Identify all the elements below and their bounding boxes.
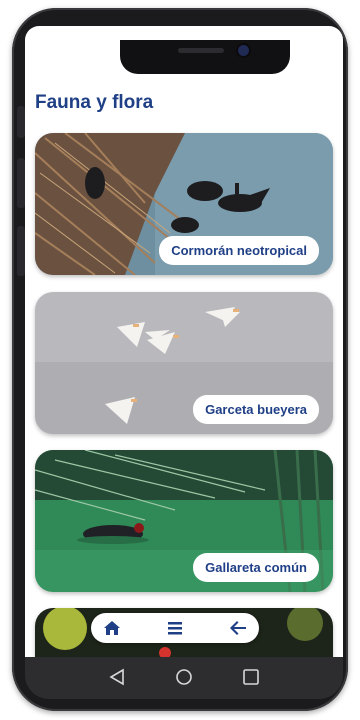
- home-icon[interactable]: [103, 619, 121, 637]
- speaker-grille: [178, 48, 224, 53]
- species-card-garceta[interactable]: Garceta bueyera: [35, 292, 333, 434]
- species-label: Garceta bueyera: [193, 395, 319, 424]
- species-label: Cormorán neotropical: [159, 236, 319, 265]
- side-button: [17, 106, 25, 138]
- notch: [120, 40, 290, 74]
- app-screen: Fauna y flora Cormorán neotropical Garce…: [25, 26, 343, 657]
- species-card-gallareta[interactable]: Gallareta común: [35, 450, 333, 592]
- volume-down-button: [17, 226, 25, 276]
- back-triangle-icon[interactable]: [107, 667, 127, 687]
- front-camera-icon: [238, 45, 249, 56]
- species-card-cormoran[interactable]: Cormorán neotropical: [35, 133, 333, 275]
- menu-icon[interactable]: [166, 619, 184, 637]
- volume-up-button: [17, 158, 25, 208]
- arrow-left-icon[interactable]: [229, 619, 247, 637]
- system-nav-bar: [25, 657, 343, 699]
- bottom-nav-bar: [91, 613, 259, 643]
- home-circle-icon[interactable]: [174, 667, 194, 687]
- species-label: Gallareta común: [193, 553, 319, 582]
- page-title: Fauna y flora: [35, 92, 154, 113]
- recent-apps-square-icon[interactable]: [241, 667, 261, 687]
